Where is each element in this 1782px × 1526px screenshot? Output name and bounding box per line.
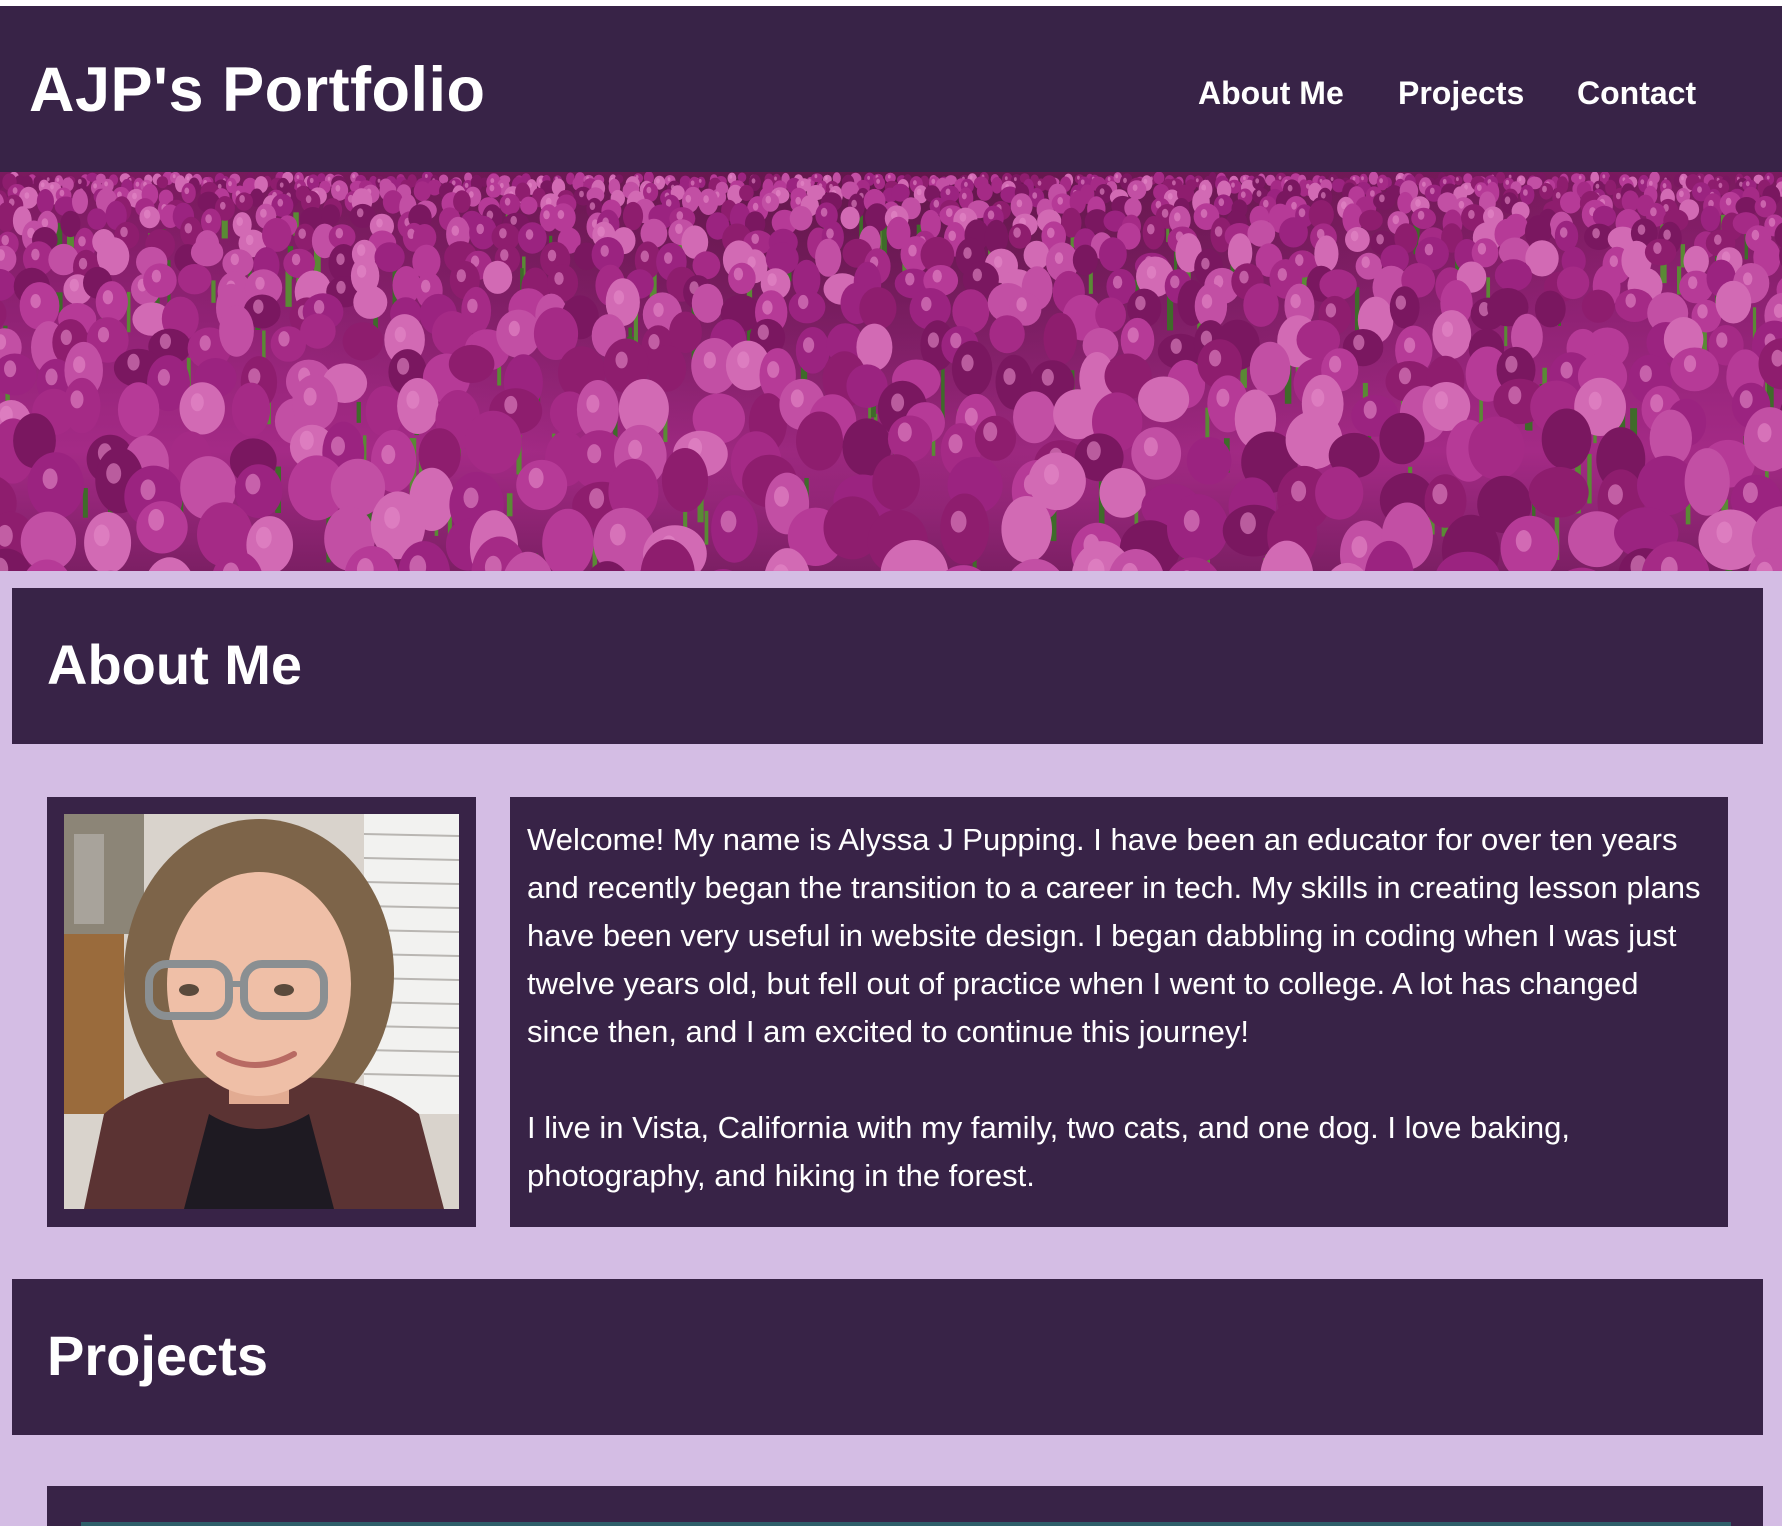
bio-paragraph-2: I live in Vista, California with my fami… — [527, 1110, 1571, 1193]
nav-projects[interactable]: Projects — [1398, 68, 1524, 118]
about-section-header: About Me — [12, 588, 1763, 744]
site-title: AJP's Portfolio — [29, 55, 486, 125]
profile-photo — [64, 814, 459, 1209]
project-card-top — [81, 1522, 1731, 1526]
projects-section-header: Projects — [12, 1279, 1763, 1435]
person-portrait-icon — [64, 814, 459, 1209]
site-header: AJP's Portfolio About Me Projects Contac… — [0, 6, 1782, 172]
profile-photo-frame — [47, 797, 476, 1227]
projects-card — [47, 1486, 1763, 1526]
about-heading: About Me — [47, 633, 303, 696]
nav-contact[interactable]: Contact — [1577, 68, 1696, 118]
about-bio-box: Welcome! My name is Alyssa J Pupping. I … — [510, 797, 1728, 1227]
bio-paragraph-1: Welcome! My name is Alyssa J Pupping. I … — [527, 822, 1701, 1049]
hero-tulip-image — [0, 172, 1782, 571]
page: AJP's Portfolio About Me Projects Contac… — [0, 0, 1782, 1526]
projects-heading: Projects — [47, 1324, 268, 1387]
nav-about-me[interactable]: About Me — [1198, 68, 1344, 118]
tulip-field-image — [0, 172, 1782, 571]
